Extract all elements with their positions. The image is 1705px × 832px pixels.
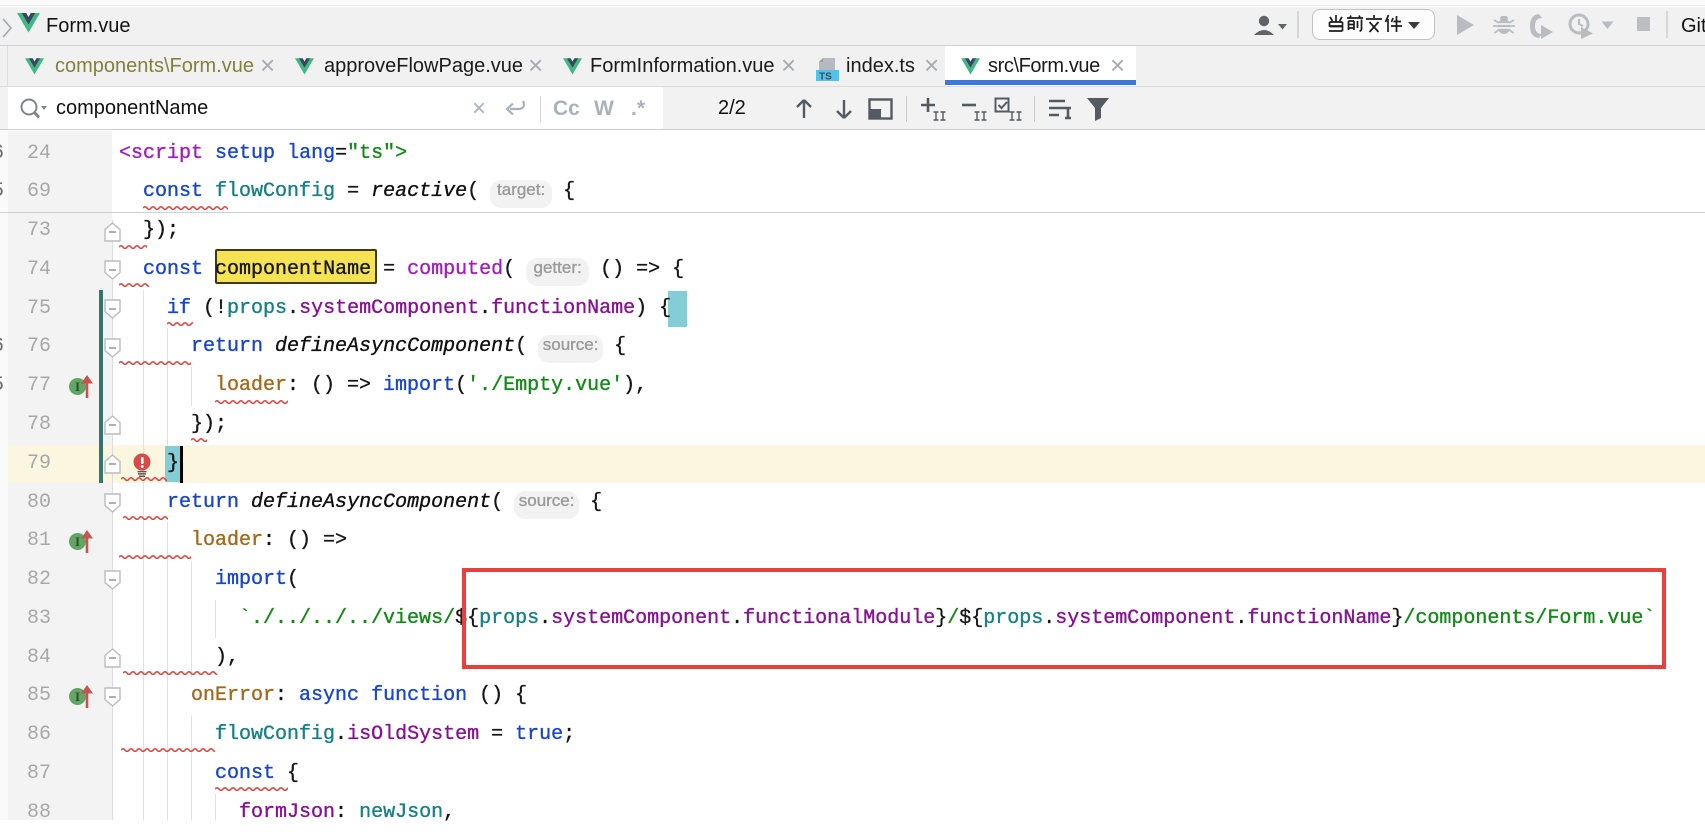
svg-text:TS: TS [819, 72, 832, 83]
